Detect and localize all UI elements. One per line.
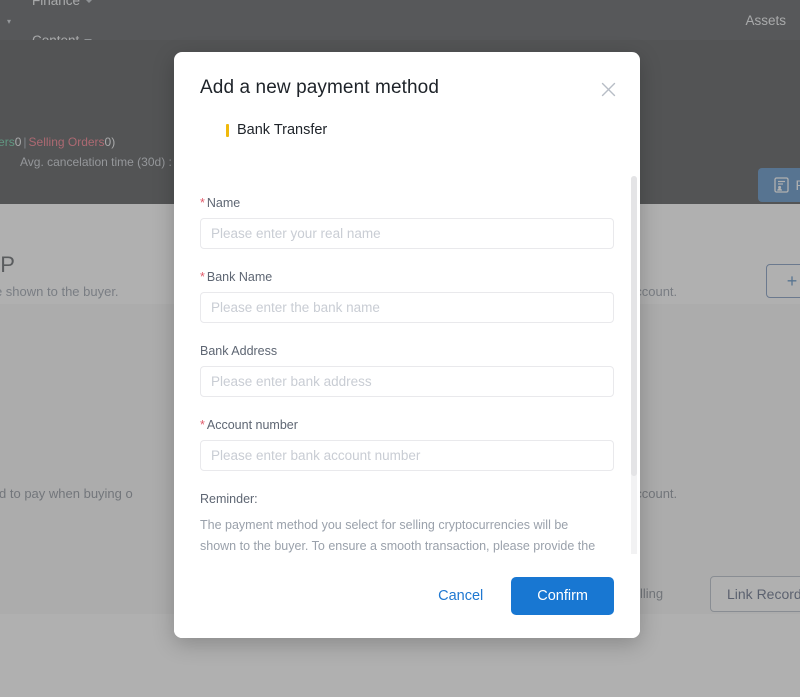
- field-label-text: Bank Address: [200, 344, 278, 358]
- form-fields: *Name*Bank NameBank Address*Account numb…: [200, 196, 614, 471]
- field-label-bank-address: Bank Address: [200, 344, 614, 358]
- required-asterisk-icon: *: [200, 196, 205, 210]
- dialog-scrollbar-thumb[interactable]: [631, 176, 637, 476]
- reminder-title: Reminder:: [200, 492, 258, 506]
- cancel-button[interactable]: Cancel: [432, 580, 489, 612]
- add-payment-method-dialog: Add a new payment method Bank Transfer *…: [174, 52, 640, 638]
- input-bank-name[interactable]: [200, 292, 614, 323]
- close-icon[interactable]: [596, 77, 620, 101]
- input-name[interactable]: [200, 218, 614, 249]
- field-account-number: * Account number: [200, 418, 614, 471]
- field-label-name: * Name: [200, 196, 614, 210]
- payment-method-label: Bank Transfer: [237, 122, 328, 138]
- field-label-text: Account number: [206, 418, 298, 432]
- field-label-text: Bank Name: [206, 270, 273, 284]
- dialog-footer: Cancel Confirm: [174, 554, 640, 638]
- dialog-title: Add a new payment method: [200, 77, 439, 98]
- required-asterisk-icon: *: [200, 270, 205, 284]
- field-label-account-number: * Account number: [200, 418, 614, 432]
- confirm-button[interactable]: Confirm: [511, 577, 614, 615]
- required-asterisk-icon: *: [200, 418, 205, 432]
- accent-bar-icon: [226, 123, 229, 137]
- field-label-bank-name: * Bank Name: [200, 270, 614, 284]
- field-label-text: Name: [206, 196, 241, 210]
- field-bank-address: Bank Address: [200, 344, 614, 397]
- dialog-body: *Name*Bank NameBank Address*Account numb…: [174, 172, 640, 612]
- field-bank-name: * Bank Name: [200, 270, 614, 323]
- dialog-header: Add a new payment method Bank Transfer: [174, 52, 640, 138]
- payment-method-type: Bank Transfer: [226, 122, 614, 138]
- field-name: * Name: [200, 196, 614, 249]
- input-bank-address[interactable]: [200, 366, 614, 397]
- input-account-number[interactable]: [200, 440, 614, 471]
